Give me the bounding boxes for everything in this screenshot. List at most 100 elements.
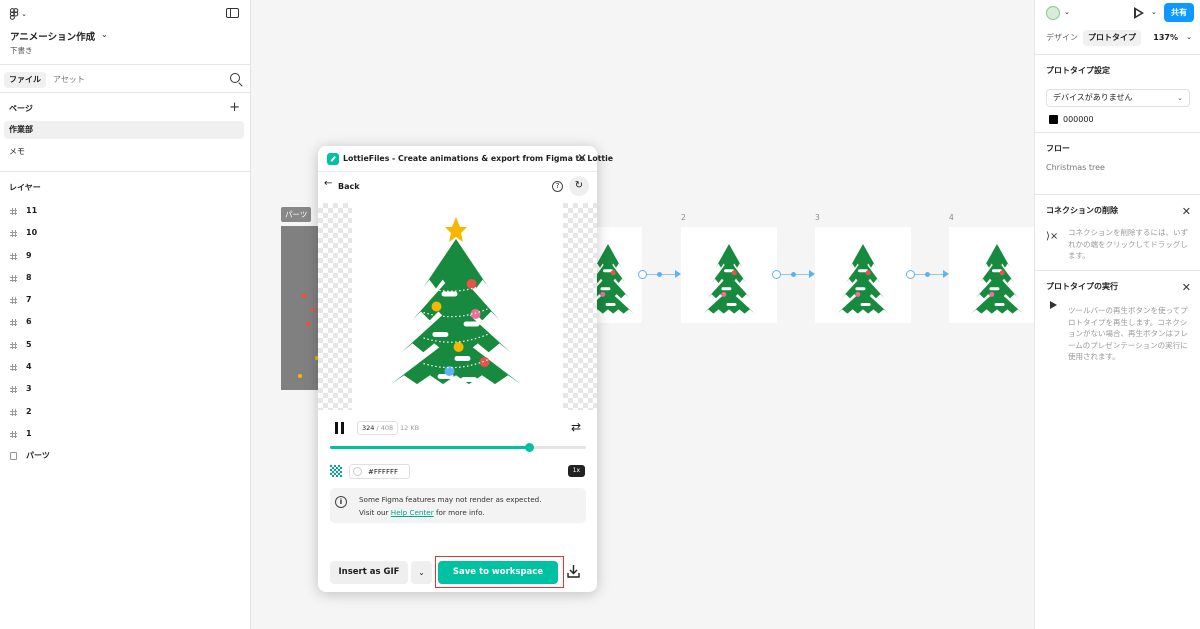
close-icon[interactable]: ✕ xyxy=(1182,205,1191,218)
layer-item[interactable]: 9 xyxy=(0,245,250,267)
playback-controls: 324 / 408 12 KB ⇄ xyxy=(318,420,597,440)
frame-label-4[interactable]: 4 xyxy=(949,213,954,222)
frame-icon xyxy=(10,430,17,438)
share-button[interactable]: 共有 xyxy=(1164,3,1194,22)
file-title[interactable]: アニメーション作成 xyxy=(10,29,95,43)
back-button[interactable]: Back xyxy=(338,182,360,191)
chevron-down-icon[interactable]: ⌄ xyxy=(1186,33,1192,41)
tab-assets[interactable]: アセット xyxy=(48,72,90,88)
connector-midpoint[interactable] xyxy=(657,272,662,277)
zoom-level[interactable]: 137% xyxy=(1153,33,1178,42)
layer-item[interactable]: 2 xyxy=(0,401,250,423)
frame-thumbnail-3[interactable] xyxy=(815,227,911,323)
page-item-memo[interactable]: メモ xyxy=(4,143,244,161)
connector-node[interactable] xyxy=(906,270,915,279)
connector-node[interactable] xyxy=(772,270,781,279)
checker-icon[interactable] xyxy=(330,465,342,477)
background-color-input[interactable]: #FFFFFF xyxy=(349,464,410,479)
frame-label-3[interactable]: 3 xyxy=(815,213,820,222)
flow-title: フロー xyxy=(1046,144,1070,153)
tab-design[interactable]: デザイン xyxy=(1041,30,1083,46)
frame-thumbnail-1[interactable] xyxy=(597,227,642,323)
layer-item[interactable]: 6 xyxy=(0,311,250,333)
chevron-down-icon[interactable]: ⌄ xyxy=(101,30,108,39)
snow-patch xyxy=(441,291,458,297)
layers-title: レイヤー xyxy=(9,183,41,192)
refresh-icon[interactable]: ↻ xyxy=(569,176,589,196)
device-select-value: デバイスがありません xyxy=(1053,93,1133,102)
close-icon[interactable]: ✕ xyxy=(577,151,587,165)
loop-icon[interactable]: ⇄ xyxy=(571,420,581,434)
frame-label-parts[interactable]: パーツ xyxy=(281,207,312,222)
insert-as-gif-button[interactable]: Insert as GIF xyxy=(330,561,408,584)
playback-slider[interactable] xyxy=(330,443,586,452)
star xyxy=(445,217,467,242)
connector-midpoint[interactable] xyxy=(925,272,930,277)
connector-midpoint[interactable] xyxy=(791,272,796,277)
close-icon[interactable]: ✕ xyxy=(1182,281,1191,294)
frame-icon xyxy=(10,252,17,260)
play-icon[interactable] xyxy=(1134,7,1144,19)
info-icon: i xyxy=(335,496,347,508)
device-select[interactable]: デバイスがありません ⌄ xyxy=(1046,89,1190,107)
color-dot xyxy=(353,467,362,476)
layer-item[interactable]: 3 xyxy=(0,378,250,400)
page-item-work[interactable]: 作業部 xyxy=(4,121,244,139)
right-tabs: デザイン プロトタイプ 137% ⌄ xyxy=(1035,30,1200,48)
file-header: ⌄ アニメーション作成 ⌄ 下書き xyxy=(0,0,250,65)
frame-thumbnail-4[interactable] xyxy=(949,227,1034,323)
layer-label: 1 xyxy=(26,428,32,438)
layer-item[interactable]: パーツ xyxy=(0,445,250,467)
search-icon[interactable] xyxy=(230,73,240,83)
parts-frame[interactable] xyxy=(281,226,321,390)
panel-toggle-icon[interactable] xyxy=(226,8,239,18)
figma-logo-icon[interactable]: ⌄ xyxy=(9,8,27,20)
ornament xyxy=(431,301,442,312)
chevron-down-icon: ⌄ xyxy=(1177,94,1183,102)
frame-label-2[interactable]: 2 xyxy=(681,213,686,222)
prototype-settings-title: プロトタイプ設定 xyxy=(1046,66,1110,75)
chevron-down-icon[interactable]: ⌄ xyxy=(1151,8,1157,16)
chevron-down-icon[interactable]: ⌄ xyxy=(21,10,27,18)
layer-item[interactable]: 11 xyxy=(0,200,250,222)
speed-button[interactable]: 1x xyxy=(567,465,585,477)
avatar[interactable] xyxy=(1046,6,1060,20)
tree-group xyxy=(391,217,521,385)
layer-item[interactable]: 5 xyxy=(0,334,250,356)
background-color-value[interactable]: 000000 xyxy=(1063,115,1094,124)
notice-visit: Visit our xyxy=(359,508,391,517)
background-color-swatch[interactable] xyxy=(1049,115,1058,124)
layer-item[interactable]: 8 xyxy=(0,267,250,289)
layer-label: 2 xyxy=(26,406,32,416)
tab-file[interactable]: ファイル xyxy=(4,72,46,88)
flow-section: フロー Christmas tree xyxy=(1035,132,1200,194)
frame-thumbnail-2[interactable] xyxy=(681,227,777,323)
frame-icon xyxy=(10,364,17,372)
run-prototype-section: プロトタイプの実行 ✕ ツールバーの再生ボタンを使ってプロトタイプを再生します。… xyxy=(1035,270,1200,370)
back-row: ← Back ? ↻ xyxy=(318,176,597,196)
flow-name[interactable]: Christmas tree xyxy=(1046,163,1105,172)
layer-label: 11 xyxy=(26,206,38,215)
chevron-down-icon[interactable]: ⌄ xyxy=(1064,8,1070,16)
plus-icon[interactable]: + xyxy=(229,100,240,115)
layer-item[interactable]: 10 xyxy=(0,222,250,244)
right-sidebar: ⌄ ⌄ 共有 デザイン プロトタイプ 137% ⌄ プロトタイプ設定 デバイスが… xyxy=(1034,0,1200,629)
save-to-workspace-button[interactable]: Save to workspace xyxy=(438,561,558,584)
tab-prototype[interactable]: プロトタイプ xyxy=(1083,30,1141,46)
help-center-link[interactable]: Help Center xyxy=(391,508,434,517)
chevron-down-icon[interactable]: ⌄ xyxy=(411,561,432,584)
help-icon[interactable]: ? xyxy=(552,181,563,192)
download-icon[interactable] xyxy=(567,564,580,578)
layer-item[interactable]: 1 xyxy=(0,423,250,445)
frame-total: 408 xyxy=(380,424,394,432)
frame-current: 324 xyxy=(362,424,375,432)
layer-item[interactable]: 4 xyxy=(0,356,250,378)
back-arrow-icon[interactable]: ← xyxy=(324,178,332,189)
ornament xyxy=(479,357,490,367)
layer-item[interactable]: 7 xyxy=(0,289,250,311)
frame-counter[interactable]: 324 / 408 xyxy=(357,421,399,435)
connector-node[interactable] xyxy=(638,270,647,279)
pause-icon[interactable] xyxy=(335,422,345,434)
slider-handle[interactable] xyxy=(525,443,535,452)
frame-icon xyxy=(10,230,17,238)
